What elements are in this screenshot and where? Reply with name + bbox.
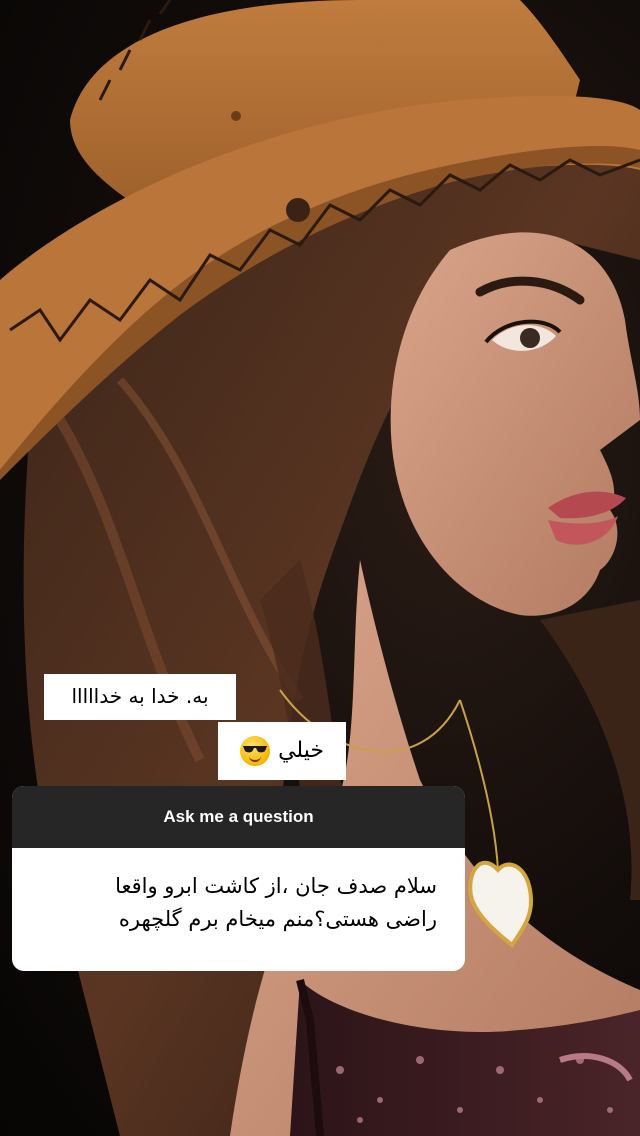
question-sticker-prompt: Ask me a question: [163, 807, 314, 826]
story-text-sticker: به. خدا به خدااااا: [44, 674, 236, 720]
sticker-text: خيلي: [278, 738, 324, 763]
question-text-line: راضی هستی؟منم میخام برم گلچهره: [118, 907, 437, 931]
question-sticker-header: Ask me a question: [12, 786, 465, 848]
sticker-text: به. خدا به خدااااا: [71, 684, 209, 708]
question-text-line: سلام صدف جان ،از کاشت ابرو واقعا: [115, 874, 437, 898]
story-text-sticker-emoji: خيلي: [218, 722, 346, 780]
face: [390, 232, 640, 616]
question-sticker-answer: سلام صدف جان ،از کاشت ابرو واقعا راضی هس…: [12, 848, 465, 936]
question-sticker[interactable]: Ask me a question سلام صدف جان ،از کاشت …: [12, 786, 465, 971]
smiling-face-with-sunglasses-icon: [240, 736, 271, 766]
story-viewer[interactable]: به. خدا به خدااااا خيلي Ask me a questio…: [0, 0, 640, 1136]
